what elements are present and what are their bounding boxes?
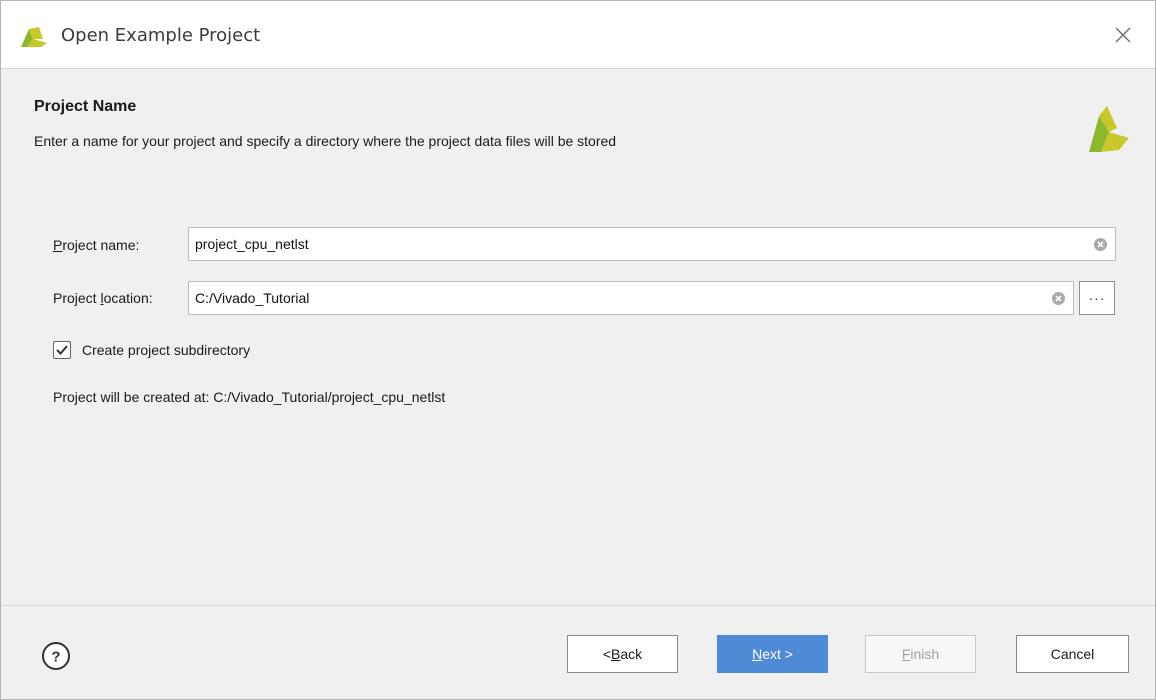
- back-button[interactable]: < Back: [567, 635, 678, 673]
- project-name-input[interactable]: project_cpu_netlst: [188, 227, 1116, 261]
- next-button[interactable]: Next >: [717, 635, 828, 673]
- close-button[interactable]: [1105, 17, 1141, 53]
- help-label: ?: [51, 649, 60, 666]
- help-icon[interactable]: ?: [41, 641, 71, 671]
- project-location-value: C:/Vivado_Tutorial: [195, 290, 310, 306]
- project-path-preview: Project will be created at: C:/Vivado_Tu…: [53, 389, 446, 405]
- vivado-logo-icon: [21, 27, 47, 47]
- project-location-input[interactable]: C:/Vivado_Tutorial: [188, 281, 1074, 315]
- create-subdirectory-checkbox[interactable]: [53, 341, 71, 359]
- page-header: Project Name Enter a name for your proje…: [1, 70, 1155, 190]
- checkmark-icon: [56, 345, 68, 355]
- finish-button: Finish: [865, 635, 976, 673]
- clear-input-icon[interactable]: [1093, 237, 1108, 252]
- project-name-label: Project name:: [53, 237, 140, 253]
- footer-divider: [1, 605, 1155, 606]
- close-icon: [1115, 27, 1131, 43]
- project-location-label: Project location:: [53, 290, 153, 306]
- page-description: Enter a name for your project and specif…: [34, 133, 617, 149]
- page-title: Project Name: [34, 98, 137, 115]
- cancel-button[interactable]: Cancel: [1016, 635, 1129, 673]
- project-name-value: project_cpu_netlst: [195, 236, 309, 252]
- title-bar: Open Example Project: [1, 1, 1155, 69]
- browse-location-button[interactable]: ···: [1079, 281, 1115, 315]
- window-title: Open Example Project: [61, 25, 261, 46]
- create-subdirectory-label[interactable]: Create project subdirectory: [82, 342, 250, 358]
- clear-input-icon[interactable]: [1051, 291, 1066, 306]
- vivado-logo-icon: [1089, 106, 1129, 152]
- dialog-window: Open Example Project Project Name Enter …: [0, 0, 1156, 700]
